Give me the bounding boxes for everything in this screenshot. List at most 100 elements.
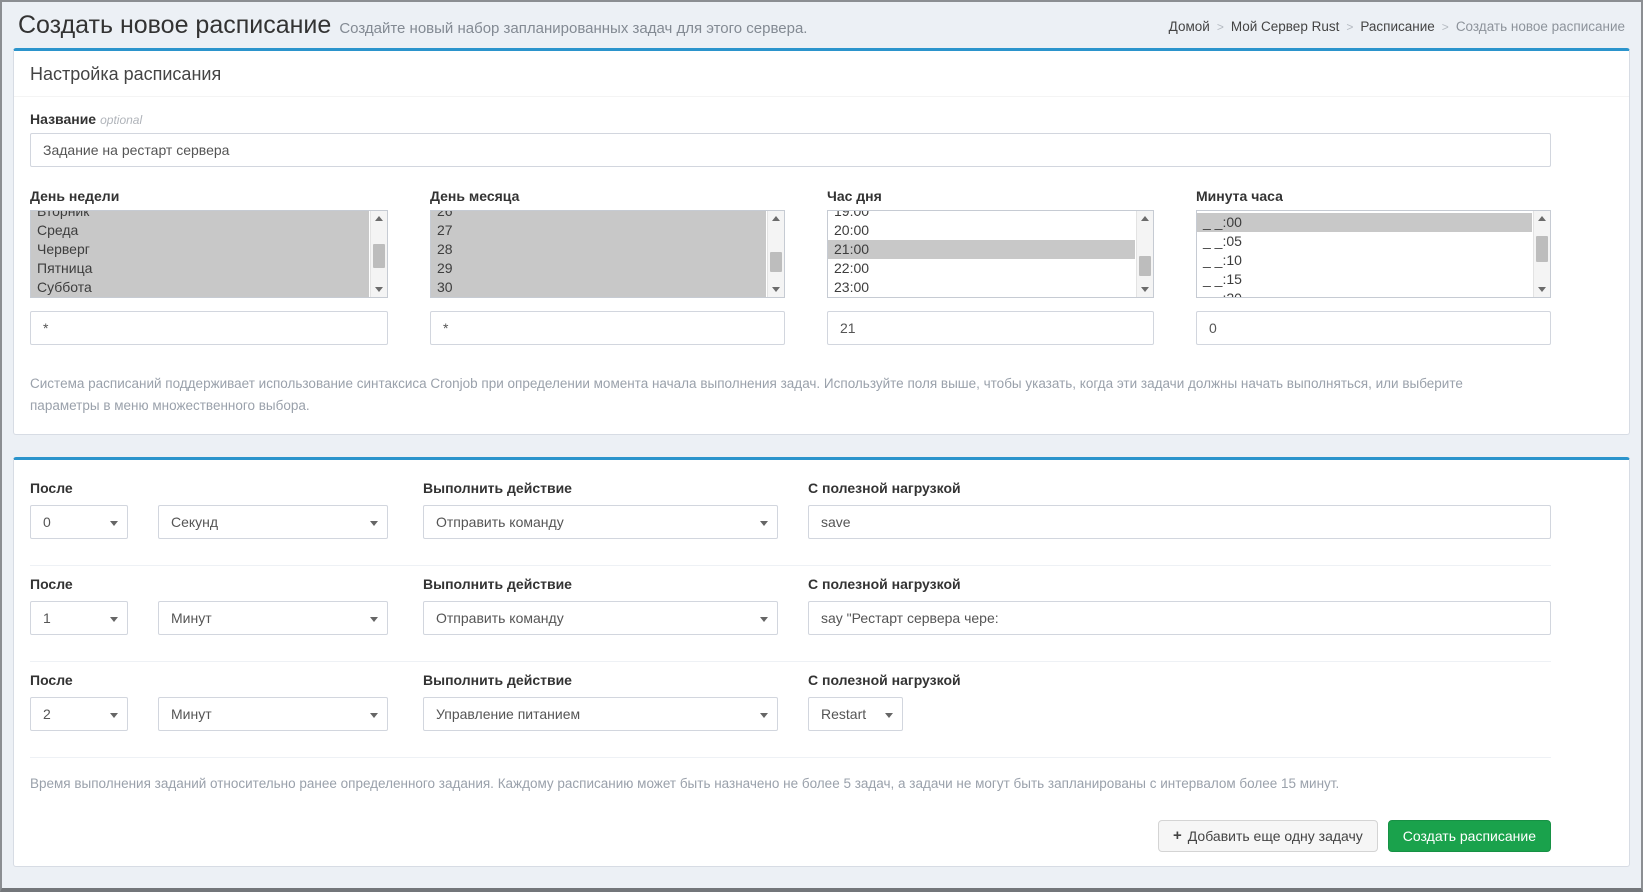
payload-label: С полезной нагрузкой <box>808 576 1551 601</box>
list-option[interactable]: _ _:15 <box>1197 270 1532 289</box>
unit-value: Секунд <box>171 514 218 530</box>
list-option[interactable]: Вторник <box>31 210 369 221</box>
scroll-down-icon[interactable] <box>371 282 387 297</box>
scroll-up-icon[interactable] <box>768 211 784 226</box>
payload-select[interactable]: Restart <box>808 697 903 731</box>
cron-help-text: Система расписаний поддерживает использо… <box>30 373 1510 418</box>
list-option[interactable]: Черверг <box>31 240 369 259</box>
after-label: После <box>30 480 128 505</box>
page-title: Создать новое расписание <box>18 10 331 41</box>
schedule-settings-panel: Настройка расписания Названиеoptional Де… <box>13 48 1630 435</box>
list-option[interactable]: 29 <box>431 259 766 278</box>
hour-listbox[interactable]: 19:00 20:00 21:00 22:00 23:00 <box>827 210 1154 298</box>
scrollbar-track[interactable] <box>1534 226 1550 282</box>
chevron-down-icon <box>760 617 768 622</box>
breadcrumb-separator-icon: > <box>1346 20 1353 34</box>
action-label: Выполнить действие <box>423 576 778 601</box>
scroll-up-icon[interactable] <box>371 211 387 226</box>
task-row: После 2 Минут Выполн <box>30 661 1551 757</box>
delay-value: 2 <box>43 706 51 722</box>
breadcrumb-home[interactable]: Домой <box>1169 19 1210 34</box>
chevron-down-icon <box>110 713 118 718</box>
list-option[interactable]: Суббота <box>31 278 369 297</box>
day-of-month-listbox[interactable]: 26 27 28 29 30 31 <box>430 210 785 298</box>
task-row: После 0 Секунд Выпол <box>30 470 1551 565</box>
list-option[interactable]: _ _:05 <box>1197 232 1532 251</box>
hour-cron-input[interactable] <box>827 311 1154 345</box>
listbox-scrollbar[interactable] <box>1136 211 1153 297</box>
minute-label: Минута часа <box>1196 188 1283 204</box>
app-window: Создать новое расписание Создайте новый … <box>0 0 1643 892</box>
scrollbar-thumb[interactable] <box>373 244 385 268</box>
action-select[interactable]: Отправить команду <box>423 505 778 539</box>
day-of-week-cron-input[interactable] <box>30 311 388 345</box>
cron-selectors: День недели Вторник Среда Черверг Пятниц… <box>30 188 1551 345</box>
delay-value: 1 <box>43 610 51 626</box>
payload-input[interactable] <box>808 601 1551 635</box>
chevron-down-icon <box>370 617 378 622</box>
action-select[interactable]: Управление питанием <box>423 697 778 731</box>
scrollbar-track[interactable] <box>768 226 784 282</box>
panel-header: Настройка расписания <box>14 51 1629 97</box>
action-label: Выполнить действие <box>423 672 778 697</box>
list-option[interactable]: 20:00 <box>828 221 1135 240</box>
unit-select[interactable]: Минут <box>158 697 388 731</box>
scrollbar-track[interactable] <box>371 226 387 282</box>
day-of-month-cron-input[interactable] <box>430 311 785 345</box>
list-option[interactable]: Среда <box>31 221 369 240</box>
task-row: После 1 Минут Выполн <box>30 565 1551 661</box>
scrollbar-thumb[interactable] <box>770 252 782 272</box>
list-option[interactable]: 28 <box>431 240 766 259</box>
delay-select[interactable]: 1 <box>30 601 128 635</box>
list-option[interactable]: 22:00 <box>828 259 1135 278</box>
list-option[interactable]: 26 <box>431 210 766 221</box>
scroll-up-icon[interactable] <box>1137 211 1153 226</box>
listbox-scrollbar[interactable] <box>767 211 784 297</box>
unit-value: Минут <box>171 706 212 722</box>
list-option[interactable]: Пятница <box>31 259 369 278</box>
scrollbar-thumb[interactable] <box>1139 256 1151 276</box>
breadcrumb-server[interactable]: Мой Сервер Rust <box>1231 19 1340 34</box>
list-option[interactable]: _ _:10 <box>1197 251 1532 270</box>
schedule-name-field: Названиеoptional <box>30 111 1551 167</box>
scrollbar-track[interactable] <box>1137 226 1153 282</box>
action-select[interactable]: Отправить команду <box>423 601 778 635</box>
scroll-down-icon[interactable] <box>768 282 784 297</box>
cron-column-day-of-month: День месяца 26 27 28 29 30 31 <box>430 188 785 345</box>
list-option[interactable]: 30 <box>431 278 766 297</box>
cron-column-minute: Минута часа _ _:00 _ _:05 _ _:10 _ _:15 … <box>1196 188 1551 345</box>
delay-select[interactable]: 2 <box>30 697 128 731</box>
chevron-down-icon <box>370 713 378 718</box>
list-option[interactable]: _ _:00 <box>1197 213 1532 232</box>
delay-select[interactable]: 0 <box>30 505 128 539</box>
scrollbar-thumb[interactable] <box>1536 236 1548 262</box>
list-option[interactable]: 19:00 <box>828 210 1135 221</box>
unit-select[interactable]: Секунд <box>158 505 388 539</box>
add-task-button[interactable]: + Добавить еще одну задачу <box>1158 820 1378 852</box>
list-option[interactable]: 21:00 <box>828 240 1135 259</box>
action-value: Отправить команду <box>436 610 564 626</box>
chevron-down-icon <box>370 521 378 526</box>
list-option[interactable]: 31 <box>431 297 766 298</box>
scroll-up-icon[interactable] <box>1534 211 1550 226</box>
breadcrumb-schedule[interactable]: Расписание <box>1360 19 1434 34</box>
delay-value: 0 <box>43 514 51 530</box>
list-option[interactable]: 27 <box>431 221 766 240</box>
unit-select[interactable]: Минут <box>158 601 388 635</box>
minute-listbox[interactable]: _ _:00 _ _:05 _ _:10 _ _:15 _ _:20 <box>1196 210 1551 298</box>
payload-input[interactable] <box>808 505 1551 539</box>
create-schedule-button[interactable]: Создать расписание <box>1388 820 1551 852</box>
minute-cron-input[interactable] <box>1196 311 1551 345</box>
chevron-down-icon <box>885 713 893 718</box>
day-of-week-listbox[interactable]: Вторник Среда Черверг Пятница Суббота <box>30 210 388 298</box>
schedule-name-input[interactable] <box>30 133 1551 167</box>
name-label-text: Название <box>30 111 96 127</box>
list-option[interactable]: _ _:20 <box>1197 289 1532 297</box>
scroll-down-icon[interactable] <box>1534 282 1550 297</box>
scroll-down-icon[interactable] <box>1137 282 1153 297</box>
action-label: Выполнить действие <box>423 480 778 505</box>
after-label: После <box>30 672 128 697</box>
listbox-scrollbar[interactable] <box>1533 211 1550 297</box>
list-option[interactable]: 23:00 <box>828 278 1135 297</box>
listbox-scrollbar[interactable] <box>370 211 387 297</box>
